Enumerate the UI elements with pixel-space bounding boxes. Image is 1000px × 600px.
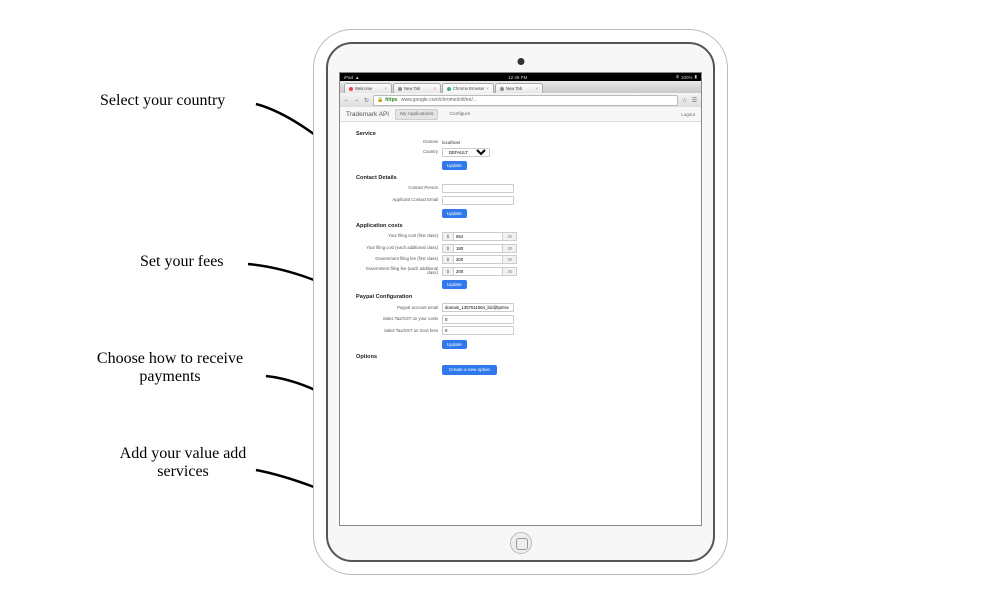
status-time: 12:49 PM	[508, 75, 527, 80]
service-heading: Service	[356, 131, 685, 137]
costs-update-button[interactable]: Update	[442, 280, 467, 289]
cost-input-2[interactable]	[453, 255, 503, 264]
cost-label-1: Your filing cost (each additional class)	[356, 246, 438, 251]
section-contact: Contact Details Contact Person Applicant…	[356, 175, 685, 218]
url-bar[interactable]: 🔒 https www.google.com/chrome/intl/en/..…	[373, 95, 678, 106]
domain-value: localhost	[442, 140, 460, 145]
country-label: Country	[356, 150, 438, 155]
app-page: Trademark API My Applications Configure …	[340, 107, 701, 525]
browser-tab-0[interactable]: Welcome×	[344, 83, 392, 93]
url-path: /chrome/intl/en/...	[439, 97, 477, 103]
tax-govt-label: Sales Tax/GST on Govt fees	[356, 329, 438, 334]
create-option-button[interactable]: Create a new option	[442, 365, 497, 375]
ipad-camera	[517, 58, 524, 65]
forward-button[interactable]: →	[353, 97, 360, 104]
app-header: Trademark API My Applications Configure …	[340, 107, 701, 122]
status-battery: 100%	[681, 75, 693, 80]
browser-tab-3[interactable]: New Tab×	[495, 83, 543, 93]
cost-input-1[interactable]	[453, 244, 503, 253]
ipad-screen: iPad ▲ 12:49 PM ฿ 100% ▮ Welcome× New Ta…	[339, 72, 702, 526]
cost-label-0: Your filing cost (first class)	[356, 234, 438, 239]
contact-email-input[interactable]	[442, 196, 514, 205]
contact-person-label: Contact Person	[356, 186, 438, 191]
cost-input-0[interactable]	[453, 232, 503, 241]
tab-configure[interactable]: Configure	[444, 109, 475, 120]
options-heading: Options	[356, 354, 685, 360]
cost-label-3: Government filing fee (each additional c…	[356, 267, 438, 276]
paypal-email-label: Paypal account email	[356, 306, 438, 311]
annotation-value-add: Add your value add services	[98, 445, 268, 481]
section-costs: Application costs Your filing cost (firs…	[356, 223, 685, 289]
browser-tabstrip: Welcome× New Tab× Chrome Browser× New Ta…	[340, 81, 701, 93]
contact-update-button[interactable]: Update	[442, 209, 467, 218]
paypal-heading: Paypal Configuration	[356, 294, 685, 300]
ipad-frame: iPad ▲ 12:49 PM ฿ 100% ▮ Welcome× New Ta…	[326, 42, 715, 562]
reload-button[interactable]: ↻	[363, 97, 370, 104]
tax-costs-label: Sales Tax/GST on your costs	[356, 317, 438, 322]
contact-email-label: Applicant Contact Email	[356, 198, 438, 203]
contact-person-input[interactable]	[442, 184, 514, 193]
battery-icon: ▮	[695, 74, 697, 80]
cost-label-2: Government filing fee (first class)	[356, 257, 438, 262]
lock-icon: 🔒	[377, 97, 383, 103]
browser-tab-1[interactable]: New Tab×	[393, 83, 441, 93]
domain-label: Domain	[356, 140, 438, 145]
status-bar: iPad ▲ 12:49 PM ฿ 100% ▮	[340, 73, 701, 81]
currency-label: $	[442, 232, 453, 241]
country-select[interactable]: DEFAULT	[442, 148, 490, 157]
section-options: Options Create a new option	[356, 354, 685, 375]
close-icon[interactable]: ×	[434, 86, 436, 91]
url-scheme: https	[385, 97, 397, 103]
bluetooth-icon: ฿	[676, 74, 679, 80]
logout-link[interactable]: Logout	[681, 112, 695, 117]
annotation-select-country: Select your country	[100, 92, 225, 110]
annotation-set-fees: Set your fees	[140, 253, 224, 271]
close-icon[interactable]: ×	[535, 86, 537, 91]
star-icon[interactable]: ☆	[681, 97, 688, 104]
annotation-payments: Choose how to receive payments	[70, 350, 270, 386]
menu-icon[interactable]: ☰	[691, 97, 698, 104]
tax-costs-input[interactable]	[442, 315, 514, 324]
browser-toolbar: ← → ↻ 🔒 https www.google.com/chrome/intl…	[340, 93, 701, 108]
tax-govt-input[interactable]	[442, 326, 514, 335]
app-brand: Trademark API	[346, 111, 389, 118]
service-update-button[interactable]: Update	[442, 161, 467, 170]
close-icon[interactable]: ×	[486, 86, 488, 91]
status-carrier: iPad	[344, 75, 353, 80]
section-paypal: Paypal Configuration Paypal account emai…	[356, 294, 685, 349]
tab-my-applications[interactable]: My Applications	[395, 109, 438, 120]
browser-tab-2[interactable]: Chrome Browser×	[442, 83, 494, 93]
paypal-email-input[interactable]	[442, 303, 514, 312]
url-host: www.google.com	[401, 97, 439, 103]
wifi-icon: ▲	[355, 75, 359, 80]
close-icon[interactable]: ×	[385, 86, 387, 91]
back-button[interactable]: ←	[343, 97, 350, 104]
home-button[interactable]	[510, 532, 532, 554]
cost-input-3[interactable]	[453, 267, 503, 276]
cents-label: .00	[503, 232, 517, 241]
paypal-update-button[interactable]: Update	[442, 340, 467, 349]
costs-heading: Application costs	[356, 223, 685, 229]
section-service: Service Domain localhost Country DEFAULT U…	[356, 131, 685, 170]
contact-heading: Contact Details	[356, 175, 685, 181]
